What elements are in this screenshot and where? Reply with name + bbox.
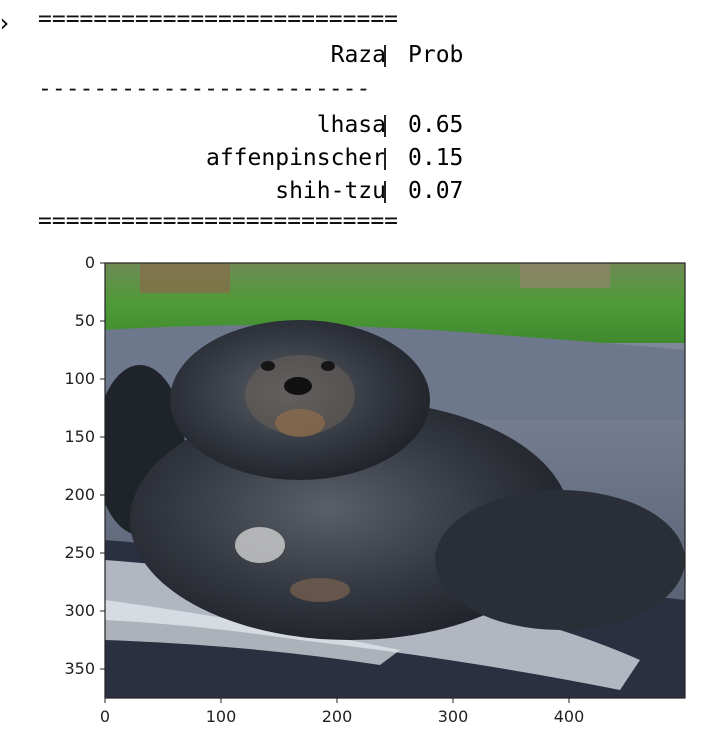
breed-cell: lhasa	[316, 112, 386, 138]
column-separator	[384, 45, 386, 67]
y-tick-label: 200	[64, 485, 95, 504]
y-tick-label: 50	[75, 311, 95, 330]
y-tick-label: 300	[64, 601, 95, 620]
table-row: shih-tzu 0.07	[38, 174, 518, 208]
breed-cell: affenpinscher	[205, 145, 386, 171]
x-tick-label: 200	[322, 707, 353, 726]
table-bottom-rule: ==========================	[38, 208, 399, 234]
x-tick-label: 400	[554, 707, 585, 726]
cell-output-prompt-icon: ›	[0, 11, 11, 35]
y-tick-label: 250	[64, 543, 95, 562]
table-header-row: Raza Prob	[38, 38, 518, 72]
prob-cell: 0.07	[408, 178, 464, 204]
column-separator	[384, 115, 386, 137]
prob-cell: 0.15	[408, 145, 464, 171]
y-tick-label: 150	[64, 427, 95, 446]
table-top-rule: ==========================	[38, 6, 399, 32]
x-tick-label: 100	[206, 707, 237, 726]
y-tick-label: 350	[64, 659, 95, 678]
x-axis: 0 100 200 300 400	[100, 698, 584, 726]
image-plot: 0 50 100 150 200 250 300 350 0 100 200 300 400	[64, 253, 686, 726]
table-row: affenpinscher 0.15	[38, 141, 518, 175]
y-axis: 0 50 100 150 200 250 300 350	[64, 253, 105, 678]
dog-photo	[105, 263, 685, 698]
y-tick-label: 0	[85, 253, 95, 272]
header-raza: Raza	[330, 42, 386, 68]
y-tick-label: 100	[64, 369, 95, 388]
table-header-rule: ------------------------	[38, 76, 371, 102]
x-tick-label: 0	[100, 707, 110, 726]
column-separator	[384, 148, 386, 170]
breed-cell: shih-tzu	[275, 178, 386, 204]
header-prob: Prob	[408, 42, 464, 68]
prob-cell: 0.65	[408, 112, 464, 138]
table-row: lhasa 0.65	[38, 108, 518, 142]
column-separator	[384, 181, 386, 203]
x-tick-label: 300	[438, 707, 469, 726]
